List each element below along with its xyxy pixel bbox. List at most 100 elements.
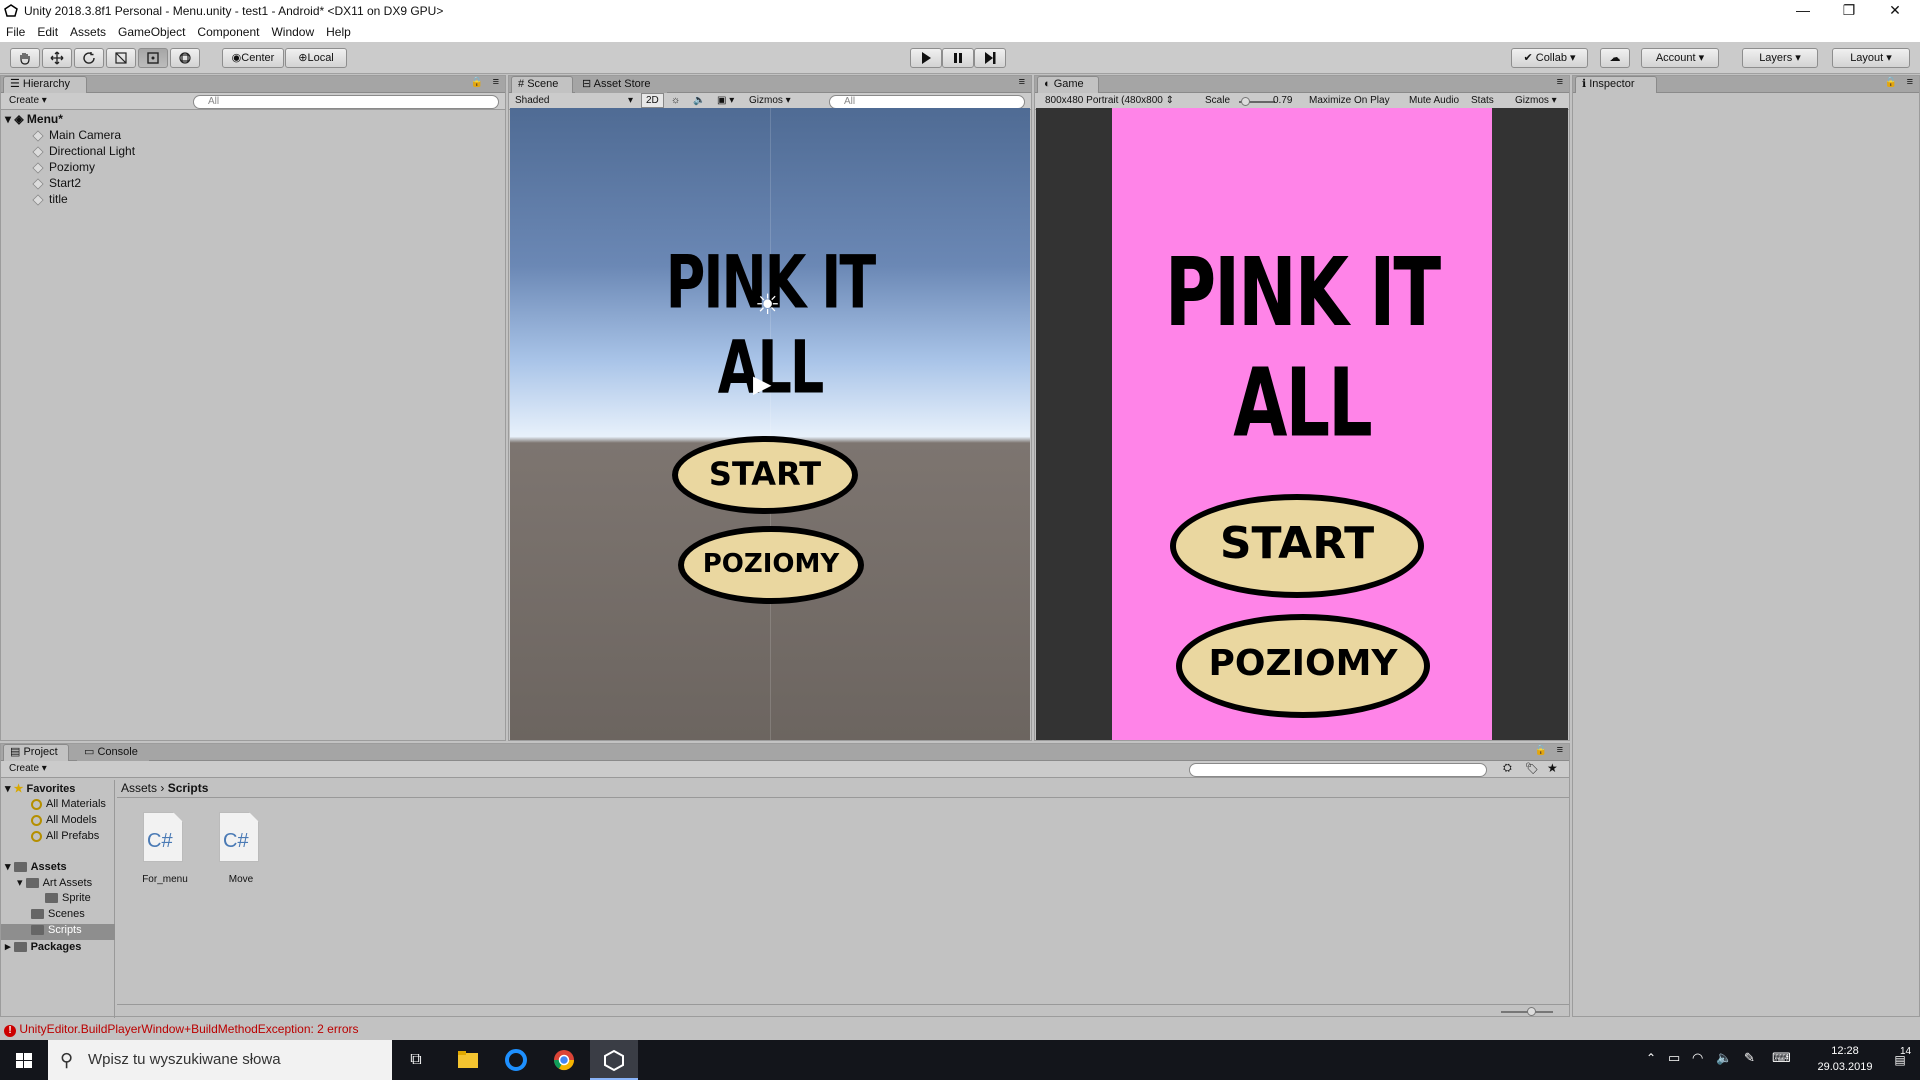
- transform-tool-button[interactable]: [170, 48, 200, 68]
- favorite-all-prefabs[interactable]: All Prefabs: [31, 830, 99, 842]
- resolution-dropdown[interactable]: 800x480 Portrait (480x800 ⇕: [1041, 93, 1201, 108]
- hierarchy-item-poziomy[interactable]: Poziomy: [32, 160, 95, 174]
- art-assets-folder[interactable]: ▾ Art Assets: [17, 876, 92, 889]
- hierarchy-item-main-camera[interactable]: Main Camera: [32, 128, 121, 142]
- scene-levels-button[interactable]: POZIOMY: [678, 526, 864, 604]
- lock-icon[interactable]: 🔒: [471, 77, 483, 88]
- start-button[interactable]: [0, 1040, 48, 1080]
- pause-button[interactable]: [942, 48, 974, 68]
- menu-file[interactable]: File: [0, 25, 31, 39]
- menu-window[interactable]: Window: [265, 25, 320, 39]
- tab-game[interactable]: ◐ Game: [1037, 76, 1099, 93]
- tab-project[interactable]: ▤ Project: [3, 744, 69, 761]
- scene-gizmos-dropdown[interactable]: Gizmos ▾: [745, 93, 795, 108]
- panel-menu-icon[interactable]: ≡: [1557, 744, 1563, 756]
- filter-type-icon[interactable]: ⛭: [1503, 762, 1512, 775]
- menu-gameobject[interactable]: GameObject: [112, 25, 191, 39]
- lighting-toggle[interactable]: ☼: [667, 93, 684, 108]
- game-gizmos-dropdown[interactable]: Gizmos ▾: [1511, 93, 1561, 108]
- hierarchy-item-title[interactable]: title: [32, 192, 68, 206]
- panel-menu-icon[interactable]: ≡: [493, 76, 499, 88]
- pivot-center-button[interactable]: ◉Center: [222, 48, 284, 68]
- scripts-folder[interactable]: Scripts: [1, 924, 115, 940]
- panel-menu-icon[interactable]: ≡: [1019, 76, 1025, 88]
- rotate-tool-button[interactable]: [74, 48, 104, 68]
- panel-menu-icon[interactable]: ≡: [1907, 76, 1913, 88]
- panel-menu-icon[interactable]: ≡: [1557, 76, 1563, 88]
- scene-start-button[interactable]: START: [672, 436, 858, 514]
- mute-audio-toggle[interactable]: Mute Audio: [1405, 93, 1463, 108]
- game-start-button[interactable]: START: [1170, 494, 1424, 598]
- collab-button[interactable]: ✔ Collab ▾: [1511, 48, 1588, 68]
- camera-gizmo-icon[interactable]: ▶: [753, 370, 771, 399]
- battery-icon[interactable]: ▭: [1668, 1050, 1680, 1066]
- file-explorer-button[interactable]: [444, 1040, 492, 1080]
- light-gizmo-icon[interactable]: ☀: [755, 288, 780, 321]
- tab-scene[interactable]: # Scene: [511, 76, 573, 93]
- layers-dropdown[interactable]: Layers ▾: [1742, 48, 1818, 68]
- tab-asset-store[interactable]: ⊟ Asset Store: [575, 76, 667, 93]
- project-search-input[interactable]: [1189, 763, 1487, 777]
- close-button[interactable]: ✕: [1872, 0, 1918, 22]
- unity-taskbar-button[interactable]: [590, 1040, 638, 1080]
- hand-tool-button[interactable]: [10, 48, 40, 68]
- chrome-button[interactable]: [540, 1040, 588, 1080]
- step-button[interactable]: [974, 48, 1006, 68]
- play-button[interactable]: [910, 48, 942, 68]
- mode-2d-toggle[interactable]: 2D: [641, 93, 664, 108]
- sprite-folder[interactable]: Sprite: [45, 892, 91, 904]
- icon-size-slider-thumb[interactable]: [1527, 1007, 1536, 1016]
- status-bar[interactable]: ! UnityEditor.BuildPlayerWindow+BuildMet…: [0, 1019, 1920, 1039]
- shading-dropdown[interactable]: Shaded ▾: [511, 93, 637, 108]
- maximize-button[interactable]: ❐: [1826, 0, 1872, 22]
- scene-root-item[interactable]: ▾ ◈ Menu*: [5, 112, 63, 126]
- effects-dropdown[interactable]: ▣ ▾: [713, 93, 738, 108]
- assets-folder[interactable]: ▾ Assets: [5, 860, 67, 873]
- hierarchy-item-directional-light[interactable]: Directional Light: [32, 144, 135, 158]
- action-center-button[interactable]: ▤ 14: [1880, 1040, 1920, 1080]
- maximize-on-play-toggle[interactable]: Maximize On Play: [1305, 93, 1394, 108]
- menu-help[interactable]: Help: [320, 25, 357, 39]
- menu-component[interactable]: Component: [191, 25, 265, 39]
- edge-button[interactable]: [492, 1040, 540, 1080]
- pivot-local-button[interactable]: ⊕Local: [285, 48, 347, 68]
- clock[interactable]: 12:28 29.03.2019: [1810, 1043, 1880, 1075]
- menu-edit[interactable]: Edit: [31, 25, 64, 39]
- minimize-button[interactable]: —: [1780, 0, 1826, 22]
- tab-inspector[interactable]: ℹ Inspector: [1575, 76, 1657, 93]
- hierarchy-search-input[interactable]: All: [193, 95, 499, 109]
- taskbar-search-input[interactable]: ⚲ Wpisz tu wyszukiwane słowa: [48, 1040, 392, 1080]
- scene-search-input[interactable]: All: [829, 95, 1025, 109]
- scene-viewport[interactable]: PINK IT ALL ☀ ▶ START POZIOMY: [510, 108, 1030, 740]
- lock-icon[interactable]: 🔒: [1535, 745, 1547, 756]
- scale-slider-thumb[interactable]: [1241, 97, 1250, 106]
- hierarchy-item-start2[interactable]: Start2: [32, 176, 81, 190]
- favorite-all-models[interactable]: All Models: [31, 814, 97, 826]
- show-hidden-icons[interactable]: ⌃: [1646, 1051, 1656, 1065]
- pen-icon[interactable]: ✎: [1744, 1050, 1755, 1066]
- stats-toggle[interactable]: Stats: [1467, 93, 1498, 108]
- packages-folder[interactable]: ▸ Packages: [5, 940, 81, 953]
- filter-label-icon[interactable]: 🏷: [1525, 762, 1539, 775]
- volume-icon[interactable]: 🔈: [1716, 1050, 1732, 1066]
- asset-file-move[interactable]: C# Move: [217, 812, 277, 892]
- hierarchy-create-button[interactable]: Create ▾: [5, 94, 51, 109]
- cloud-button[interactable]: ☁: [1600, 48, 1630, 68]
- breadcrumb-scripts[interactable]: Scripts: [168, 781, 209, 795]
- favorites-folder[interactable]: ▾ ★ Favorites: [5, 782, 75, 795]
- breadcrumb-assets[interactable]: Assets: [121, 781, 157, 795]
- project-create-button[interactable]: Create ▾: [5, 762, 51, 777]
- menu-assets[interactable]: Assets: [64, 25, 112, 39]
- layout-dropdown[interactable]: Layout ▾: [1832, 48, 1910, 68]
- game-viewport[interactable]: PINK IT ALL START POZIOMY: [1036, 108, 1568, 740]
- favorite-star-icon[interactable]: ★: [1547, 761, 1558, 775]
- scale-tool-button[interactable]: [106, 48, 136, 68]
- scenes-folder[interactable]: Scenes: [31, 908, 85, 920]
- task-view-button[interactable]: ⧉: [392, 1040, 440, 1080]
- tab-hierarchy[interactable]: ☰ Hierarchy: [3, 76, 87, 93]
- asset-file-for-menu[interactable]: C# For_menu: [141, 812, 201, 892]
- lock-icon[interactable]: 🔒: [1885, 77, 1897, 88]
- rect-tool-button[interactable]: [138, 48, 168, 68]
- game-levels-button[interactable]: POZIOMY: [1176, 614, 1430, 718]
- tab-console[interactable]: ▭ Console: [77, 744, 149, 761]
